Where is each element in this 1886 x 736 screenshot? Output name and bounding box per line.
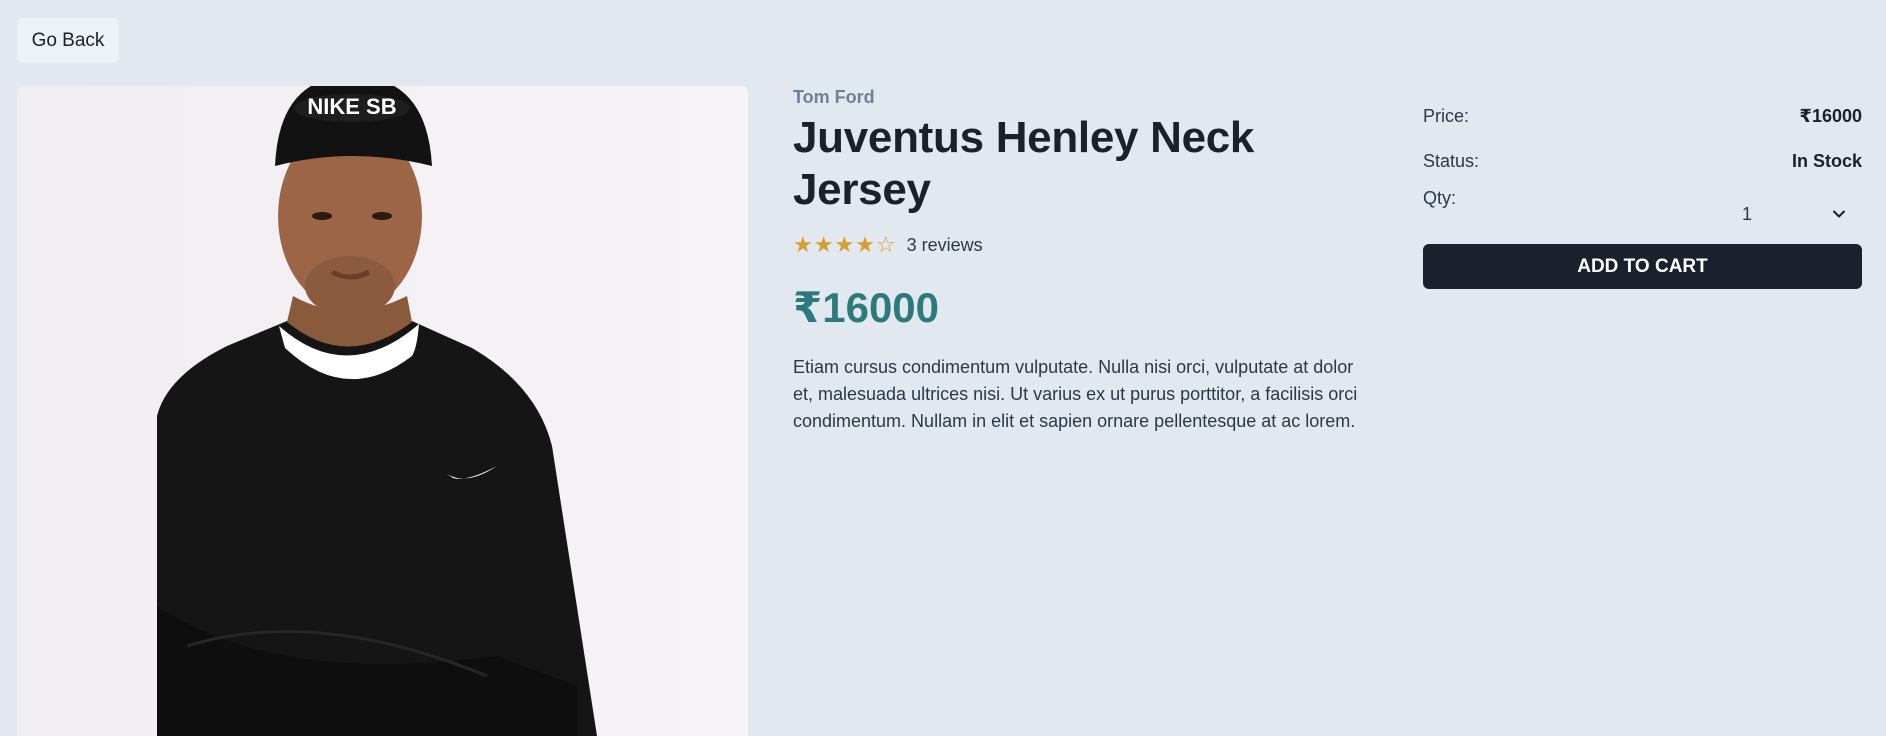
product-image: NIKE SB: [17, 86, 748, 736]
chevron-down-icon: [1833, 210, 1845, 218]
star-filled-icon: ★★★★: [793, 232, 876, 257]
cap-logo: NIKE SB: [307, 94, 396, 119]
add-to-cart-button[interactable]: ADD TO CART: [1423, 244, 1862, 289]
qty-value: 1: [1742, 203, 1753, 224]
review-count: 3 reviews: [906, 234, 983, 255]
product-description: Etiam cursus condimentum vulputate. Null…: [793, 357, 1358, 431]
qty-row: Qty: 1: [1423, 184, 1862, 236]
product-brand: Tom Ford: [793, 87, 875, 107]
purchase-panel: Price: ₹16000 Status: In Stock Qty: 1 AD…: [1423, 94, 1862, 289]
rating-row: ★★★★☆ 3 reviews: [793, 234, 1363, 256]
status-row: Status: In Stock: [1423, 139, 1862, 184]
go-back-button[interactable]: Go Back: [17, 18, 119, 63]
status-label: Status:: [1423, 151, 1480, 171]
price-label: Price:: [1423, 106, 1470, 126]
price-value: ₹16000: [1799, 106, 1862, 126]
price-row: Price: ₹16000: [1423, 94, 1862, 139]
star-empty-icon: ☆: [875, 232, 897, 257]
product-details: Tom Ford Juventus Henley Neck Jersey ★★★…: [793, 86, 1363, 453]
qty-label: Qty:: [1423, 188, 1457, 208]
product-title: Juventus Henley Neck Jersey: [793, 113, 1255, 214]
product-price: ₹16000: [793, 284, 940, 331]
qty-select[interactable]: 1: [1742, 196, 1862, 232]
star-rating: ★★★★☆: [793, 234, 897, 256]
status-value: In Stock: [1791, 151, 1862, 171]
